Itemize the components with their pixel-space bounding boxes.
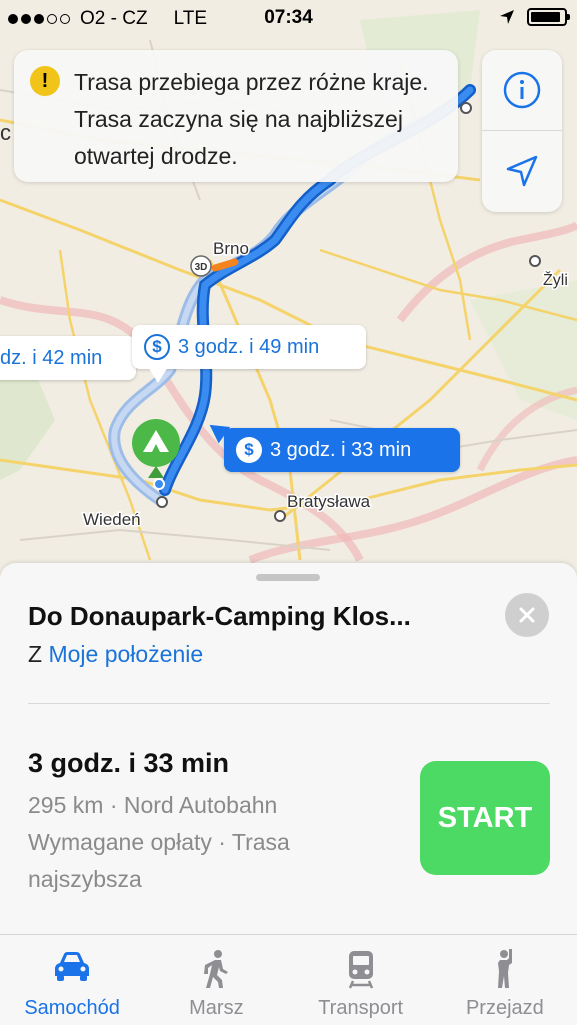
route-callout-alt-left[interactable]: dz. i 42 min bbox=[0, 336, 136, 380]
tab-ride-label: Przejazd bbox=[465, 997, 544, 1019]
walking-icon bbox=[204, 950, 229, 988]
map-controls bbox=[482, 50, 562, 212]
route-callout-alt-left-label: dz. i 42 min bbox=[0, 346, 103, 369]
route-callout-alt-label: 3 godz. i 49 min bbox=[178, 335, 320, 358]
route-details: 295 km · Nord Autobahn Wymagane opłaty ·… bbox=[28, 787, 388, 898]
vienna-city-marker bbox=[156, 496, 168, 508]
map-label-vienna: Wiedeń bbox=[83, 510, 141, 529]
start-button[interactable]: START bbox=[420, 761, 550, 875]
directions-sheet: Do Donaupark-Camping Klos... Z Moje poło… bbox=[0, 563, 577, 934]
map-label-zilina: Žyli bbox=[543, 270, 568, 289]
origin-link[interactable]: Moje położenie bbox=[48, 641, 203, 667]
zilina-city-marker bbox=[529, 255, 541, 267]
status-bar: O2 - CZ LTE 07:34 bbox=[0, 0, 577, 38]
map-label-edge: c bbox=[0, 120, 11, 145]
3d-badge-label: 3D bbox=[195, 262, 208, 273]
route-distance-road: 295 km · Nord Autobahn bbox=[28, 792, 278, 818]
route-callout-selected-label: 3 godz. i 33 min bbox=[270, 438, 412, 461]
status-time: 07:34 bbox=[264, 7, 313, 28]
battery-icon bbox=[527, 8, 570, 26]
divider bbox=[28, 703, 550, 704]
current-location-button[interactable] bbox=[482, 131, 562, 211]
map-label-bratislava: Bratysława bbox=[287, 492, 371, 511]
route-warning-text: Trasa przebiega przez różne kraje. Trasa… bbox=[74, 69, 429, 169]
close-icon bbox=[519, 607, 535, 623]
origin-row: Z Moje położenie bbox=[28, 641, 203, 668]
car-icon bbox=[55, 952, 90, 981]
origin-prefix: Z bbox=[28, 641, 43, 667]
route-callout-alt-pointer bbox=[148, 367, 168, 383]
tab-ride[interactable]: Przejazd bbox=[433, 935, 577, 1025]
tab-driving-label: Samochód bbox=[24, 997, 120, 1019]
train-icon bbox=[348, 951, 373, 989]
warning-icon: ! bbox=[30, 66, 60, 96]
dollar-icon: $ bbox=[144, 334, 170, 360]
tab-transit-label: Transport bbox=[318, 997, 404, 1019]
info-icon bbox=[503, 71, 541, 109]
tab-walking-label: Marsz bbox=[189, 997, 244, 1019]
route-callout-alt[interactable]: $ 3 godz. i 49 min bbox=[132, 325, 366, 369]
route-warning-banner: ! Trasa przebiega przez różne kraje. Tra… bbox=[14, 50, 458, 182]
location-services-icon bbox=[500, 10, 514, 24]
info-button[interactable] bbox=[482, 50, 562, 131]
map-label-brno: Brno bbox=[213, 239, 249, 258]
ride-hail-icon bbox=[497, 949, 512, 988]
route-duration: 3 godz. i 33 min bbox=[28, 748, 230, 778]
tab-transit[interactable]: Transport bbox=[289, 935, 433, 1025]
tab-driving[interactable]: Samochód bbox=[0, 935, 144, 1025]
destination-title: Do Donaupark-Camping Klos... bbox=[28, 601, 411, 631]
location-arrow-icon bbox=[506, 155, 538, 187]
tab-walking[interactable]: Marsz bbox=[144, 935, 288, 1025]
close-button[interactable] bbox=[505, 593, 549, 637]
route-callout-selected[interactable]: $ 3 godz. i 33 min bbox=[224, 428, 460, 472]
origin-city-marker bbox=[460, 102, 472, 114]
route-notes: Wymagane opłaty · Trasa najszybsza bbox=[28, 829, 290, 892]
transport-mode-tab-bar: Samochód Marsz Transport Przejazd bbox=[0, 934, 577, 1025]
sheet-grabber[interactable] bbox=[256, 574, 320, 581]
bratislava-city-marker bbox=[274, 510, 286, 522]
dollar-icon: $ bbox=[236, 437, 262, 463]
